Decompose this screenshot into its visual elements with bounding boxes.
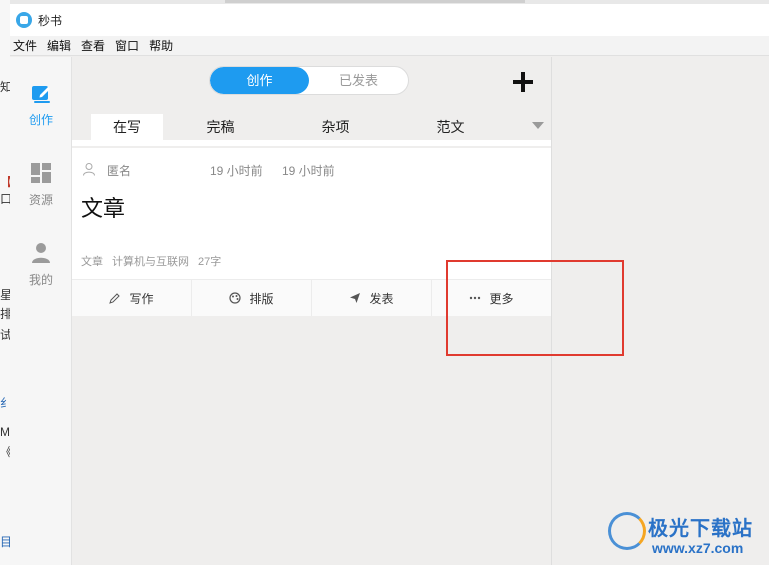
article-type: 文章: [81, 256, 103, 268]
more-button[interactable]: 更多: [432, 280, 551, 316]
article-created-time: 19 小时前: [210, 164, 263, 178]
background-text: 【: [0, 175, 10, 189]
tabs-dropdown-icon[interactable]: [532, 122, 544, 129]
send-icon: [350, 293, 361, 303]
article-card[interactable]: 匿名 19 小时前 19 小时前 文章 文章 计算机与互联网 27字 写作 排版…: [72, 148, 551, 316]
article-author: 匿名: [107, 164, 132, 178]
watermark-url: www.xz7.com: [652, 540, 744, 556]
user-icon: [32, 243, 50, 263]
pencil-icon: [109, 293, 121, 304]
tab-writing[interactable]: 在写: [91, 114, 163, 140]
publish-label: 发表: [369, 291, 394, 306]
menu-edit[interactable]: 编辑: [47, 37, 71, 54]
article-modified-time: 19 小时前: [282, 164, 335, 178]
sidebar: 创作 资源 我的: [10, 57, 72, 565]
app-logo-icon: [16, 12, 32, 28]
sidebar-item-mine[interactable]: 我的: [10, 242, 72, 288]
title-bar: 秒书: [10, 4, 769, 36]
menu-view[interactable]: 查看: [81, 37, 105, 54]
background-text: 《: [0, 445, 10, 459]
mode-toggle: 创作 已发表: [209, 66, 409, 95]
tab-finished[interactable]: 完稿: [163, 114, 278, 140]
background-text: 星: [0, 288, 10, 302]
article-title: 文章: [81, 196, 126, 221]
palette-icon: [229, 292, 242, 304]
article-actions: 写作 排版 发表 更多: [72, 280, 551, 316]
background-text: 试: [0, 328, 10, 342]
write-label: 写作: [129, 291, 154, 306]
tabs-underline: [72, 140, 551, 146]
background-text: 口: [0, 192, 10, 206]
write-button[interactable]: 写作: [72, 280, 192, 316]
background-text: M: [0, 425, 10, 439]
publish-button[interactable]: 发表: [312, 280, 432, 316]
tab-samples[interactable]: 范文: [393, 114, 508, 140]
menu-file[interactable]: 文件: [13, 37, 37, 54]
more-label: 更多: [489, 291, 514, 306]
create-toggle-button[interactable]: 创作: [210, 67, 309, 94]
article-list-panel: 创作 已发表 在写 完稿 杂项 范文 匿名 19 小时前 19 小时前 文章 文…: [72, 57, 551, 565]
more-dots-icon: [470, 296, 481, 300]
watermark: 极光下载站 www.xz7.com: [608, 512, 768, 562]
watermark-name: 极光下载站: [648, 518, 753, 540]
menu-help[interactable]: 帮助: [149, 37, 173, 54]
background-text: 目: [0, 535, 10, 549]
sidebar-item-create[interactable]: 创作: [10, 82, 72, 128]
layout-button[interactable]: 排版: [192, 280, 312, 316]
sidebar-item-label: 我的: [28, 273, 53, 287]
sidebar-item-label: 资源: [28, 193, 53, 207]
grid-icon: [31, 163, 51, 183]
pencil-note-icon: [32, 86, 50, 103]
author-icon: [83, 163, 95, 176]
sidebar-item-resources[interactable]: 资源: [10, 162, 72, 208]
article-word-count: 27字: [198, 256, 222, 268]
add-article-icon[interactable]: [512, 71, 534, 93]
app-title: 秒书: [38, 13, 63, 28]
app-window: 秒书 文件 编辑 查看 窗口 帮助 创作 资源 我的 创作 已发表 在写 完稿 …: [10, 4, 769, 565]
category-tabs: 在写 完稿 杂项 范文: [72, 114, 551, 140]
sidebar-item-label: 创作: [28, 113, 53, 127]
article-category: 计算机与互联网: [112, 256, 189, 268]
editor-area: [551, 57, 769, 565]
article-meta: 文章 计算机与互联网 27字: [81, 253, 221, 269]
tab-misc[interactable]: 杂项: [278, 114, 393, 140]
published-toggle-button[interactable]: 已发表: [309, 67, 408, 94]
watermark-logo-icon: [608, 512, 646, 550]
background-text: 排: [0, 307, 10, 321]
background-text: 纟: [0, 396, 10, 410]
layout-label: 排版: [249, 291, 274, 306]
menu-window[interactable]: 窗口: [115, 37, 139, 54]
background-text: 知: [0, 80, 10, 94]
menu-bar: 文件 编辑 查看 窗口 帮助: [10, 36, 769, 56]
